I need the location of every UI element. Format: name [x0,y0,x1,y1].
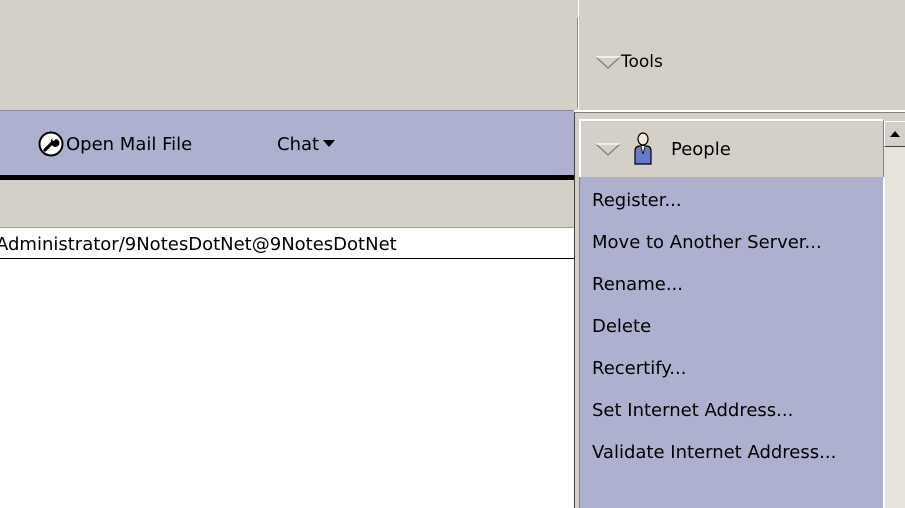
tools-label: Tools [621,52,663,72]
left-header-area [0,0,578,110]
menu-item-move-server[interactable]: Move to Another Server... [592,223,882,263]
open-mail-file-button[interactable]: Open Mail File [38,131,192,157]
triangle-down-icon [595,142,621,156]
menu-item-rename[interactable]: Rename... [592,265,882,305]
view-content [0,228,574,508]
menu-item-register[interactable]: Register... [592,181,882,221]
action-toolbar: Open Mail File Chat [0,110,574,176]
menu-item-recertify[interactable]: Recertify... [592,349,882,389]
vertical-scrollbar[interactable] [884,121,905,508]
user-address-row[interactable]: Administrator/9NotesDotNet@9NotesDotNet [0,232,574,259]
scroll-track[interactable] [884,147,905,508]
app-window: Open Mail File Chat Administrator/9Notes… [0,0,905,508]
open-mail-file-label: Open Mail File [66,133,193,155]
person-icon [633,132,653,166]
arrow-up-icon [890,131,900,137]
chat-label: Chat [277,133,320,155]
tools-header: Tools [579,0,905,110]
column-header-strip [0,180,574,228]
people-label: People [671,138,731,160]
tools-panel: People Register... Move to Another Serve… [574,112,905,508]
chat-dropdown-button[interactable]: Chat [277,131,336,157]
scroll-up-button[interactable] [884,121,905,147]
menu-item-validate-internet-address[interactable]: Validate Internet Address... [592,433,882,473]
people-action-list: Register... Move to Another Server... Re… [579,177,885,508]
tools-twistie[interactable]: Tools [595,52,663,72]
user-address-text: Administrator/9NotesDotNet@9NotesDotNet [0,234,397,255]
caret-down-icon [323,139,336,147]
people-section-header[interactable]: People [579,119,884,177]
triangle-down-icon [595,55,621,69]
menu-item-delete[interactable]: Delete [592,307,882,347]
menu-item-set-internet-address[interactable]: Set Internet Address... [592,391,882,431]
wrench-icon [38,131,64,157]
